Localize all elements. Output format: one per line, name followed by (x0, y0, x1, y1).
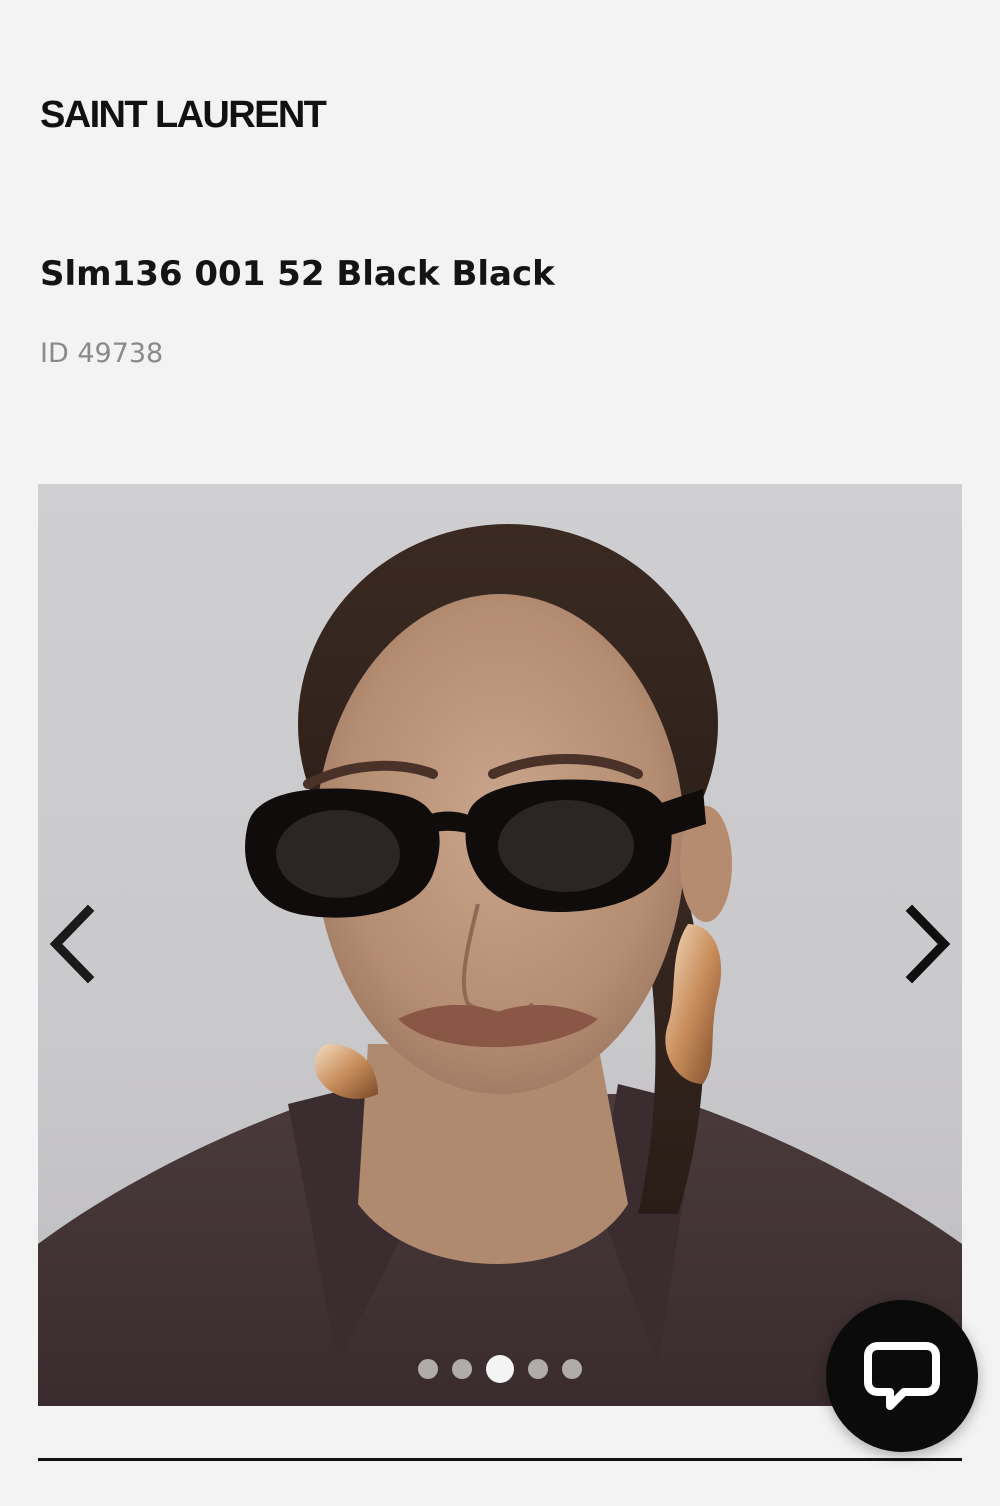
product-id: ID 49738 (40, 338, 163, 370)
carousel-dot-5[interactable] (562, 1359, 582, 1379)
chat-button[interactable] (826, 1300, 978, 1452)
product-title: Slm136 001 52 Black Black (40, 254, 555, 295)
product-photo (38, 484, 962, 1406)
carousel-pagination (38, 1354, 962, 1384)
carousel-dot-3[interactable] (486, 1355, 514, 1383)
chevron-left-icon[interactable] (38, 889, 108, 999)
carousel-dot-4[interactable] (528, 1359, 548, 1379)
chevron-right-icon[interactable] (892, 889, 962, 999)
section-divider (38, 1458, 962, 1461)
chat-bubble-icon (864, 1340, 940, 1412)
carousel-dot-2[interactable] (452, 1359, 472, 1379)
product-image-carousel[interactable] (38, 484, 962, 1406)
carousel-dot-1[interactable] (418, 1359, 438, 1379)
brand-logo[interactable]: SAINT LAURENT (40, 96, 325, 134)
